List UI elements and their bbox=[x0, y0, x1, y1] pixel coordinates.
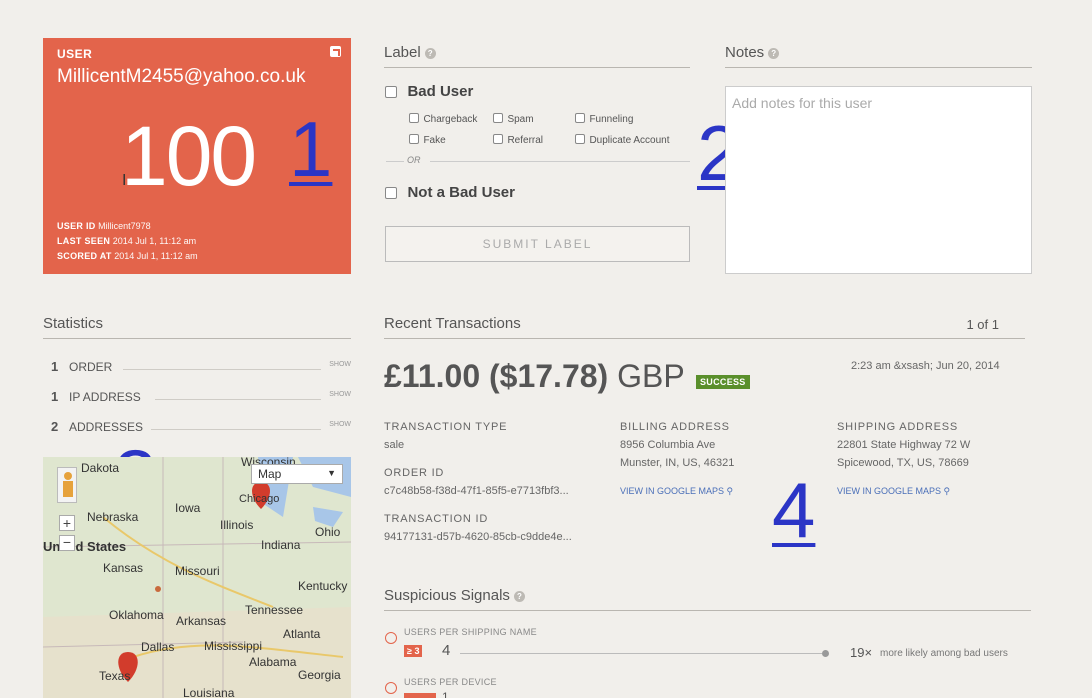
statistics-heading: Statistics bbox=[43, 315, 351, 339]
scored-at-row: SCORED AT 2014 Jul 1, 11:12 am bbox=[57, 251, 198, 261]
transaction-id-label: TRANSACTION ID bbox=[384, 513, 489, 525]
stat-row-order: 1 ORDER SHOW bbox=[51, 359, 351, 374]
street-view-icon[interactable] bbox=[57, 467, 77, 503]
signal-row-device: USERS PER DEVICE 1 bbox=[384, 676, 1031, 698]
stat-row-ip-address: 1 IP ADDRESS SHOW bbox=[51, 389, 351, 404]
duplicate-account-option[interactable]: Duplicate Account bbox=[575, 130, 670, 148]
transaction-type-label: TRANSACTION TYPE bbox=[384, 421, 508, 433]
signal-bar-line bbox=[460, 653, 822, 654]
shipping-address-label: SHIPPING ADDRESS bbox=[837, 421, 958, 433]
last-seen-row: LAST SEEN 2014 Jul 1, 11:12 am bbox=[57, 236, 197, 246]
shipping-address-line1: 22801 State Highway 72 W bbox=[837, 439, 971, 451]
help-icon[interactable]: ? bbox=[768, 47, 780, 59]
shipping-google-maps-link[interactable]: VIEW IN GOOGLE MAPS ⚲ bbox=[837, 486, 950, 497]
funneling-option[interactable]: Funneling bbox=[575, 109, 633, 127]
annotation-4: 4 bbox=[772, 466, 816, 554]
referral-option[interactable]: Referral bbox=[493, 130, 543, 148]
signal-indicator-icon bbox=[385, 682, 397, 694]
divider bbox=[386, 161, 404, 162]
user-count-badge: ≥ 3 bbox=[404, 645, 423, 657]
signal-indicator-icon bbox=[385, 632, 397, 644]
transaction-timestamp: 2:23 am &xsash; Jun 20, 2014 bbox=[851, 360, 1000, 372]
text-cursor-icon: I bbox=[122, 172, 127, 189]
stat-row-addresses: 2 ADDRESSES SHOW bbox=[51, 419, 351, 434]
help-icon[interactable]: ? bbox=[424, 47, 436, 59]
address-map[interactable]: Wisconsin Dakota Iowa Chicago Nebraska I… bbox=[43, 457, 351, 698]
not-bad-user-checkbox[interactable] bbox=[385, 186, 397, 199]
map-pin-icon: ⚲ bbox=[943, 486, 951, 496]
bad-user-checkbox[interactable] bbox=[385, 85, 397, 98]
bad-user-option[interactable]: Bad User bbox=[385, 83, 473, 101]
chargeback-option[interactable]: Chargeback bbox=[409, 109, 477, 127]
signal-row-shipping-name: USERS PER SHIPPING NAME ≥ 3 4 19× more l… bbox=[384, 626, 1031, 666]
transactions-pager: 1 of 1 bbox=[966, 317, 999, 332]
transaction-amount: £11.00 ($17.78) GBP bbox=[384, 358, 685, 394]
fake-option[interactable]: Fake bbox=[409, 130, 446, 148]
transaction-type-value: sale bbox=[384, 439, 405, 451]
billing-address-label: BILLING ADDRESS bbox=[620, 421, 730, 433]
user-card-heading: USER bbox=[57, 47, 93, 61]
order-id-value: c7c48b58-f38d-47f1-85f5-e7713fbf3... bbox=[384, 485, 569, 497]
notes-textarea[interactable]: Add notes for this user bbox=[725, 86, 1032, 274]
expand-icon[interactable] bbox=[330, 46, 341, 57]
annotation-1: 1 bbox=[289, 105, 333, 193]
signals-heading: Suspicious Signals? bbox=[384, 587, 1031, 611]
user-score: 100 bbox=[121, 109, 257, 203]
not-bad-user-option[interactable]: Not a Bad User bbox=[385, 184, 515, 202]
user-id-row: USER ID Millicent7978 bbox=[57, 221, 151, 231]
submit-label-button[interactable]: SUBMIT LABEL bbox=[385, 226, 690, 262]
show-link[interactable]: SHOW bbox=[329, 361, 351, 368]
user-count-badge bbox=[404, 693, 436, 698]
status-badge: SUCCESS bbox=[696, 375, 750, 389]
billing-google-maps-link[interactable]: VIEW IN GOOGLE MAPS ⚲ bbox=[620, 486, 733, 497]
zoom-in-button[interactable]: + bbox=[59, 515, 75, 531]
or-separator: OR bbox=[407, 155, 421, 165]
show-link[interactable]: SHOW bbox=[329, 421, 351, 428]
show-link[interactable]: SHOW bbox=[329, 391, 351, 398]
user-email: MillicentM2455@yahoo.co.uk bbox=[57, 66, 306, 87]
transaction-id-value: 94177131-d57b-4620-85cb-c9dde4e... bbox=[384, 531, 572, 543]
zoom-out-button[interactable]: − bbox=[59, 535, 75, 551]
spam-option[interactable]: Spam bbox=[493, 109, 534, 127]
map-pin-icon: ⚲ bbox=[726, 486, 734, 496]
divider bbox=[430, 161, 690, 162]
billing-address-line2: Munster, IN, US, 46321 bbox=[620, 457, 735, 469]
chevron-down-icon: ▼ bbox=[327, 468, 336, 478]
transactions-heading: Recent Transactions 1 of 1 bbox=[384, 315, 1025, 339]
billing-address-line1: 8956 Columbia Ave bbox=[620, 439, 716, 451]
shipping-address-line2: Spicewood, TX, US, 78669 bbox=[837, 457, 969, 469]
help-icon[interactable]: ? bbox=[513, 590, 525, 602]
order-id-label: ORDER ID bbox=[384, 467, 445, 479]
label-section-heading: Label? bbox=[384, 44, 690, 68]
signal-bar-end bbox=[822, 650, 829, 657]
map-type-select[interactable]: Map ▼ bbox=[251, 464, 343, 484]
notes-heading: Notes? bbox=[725, 44, 1032, 68]
